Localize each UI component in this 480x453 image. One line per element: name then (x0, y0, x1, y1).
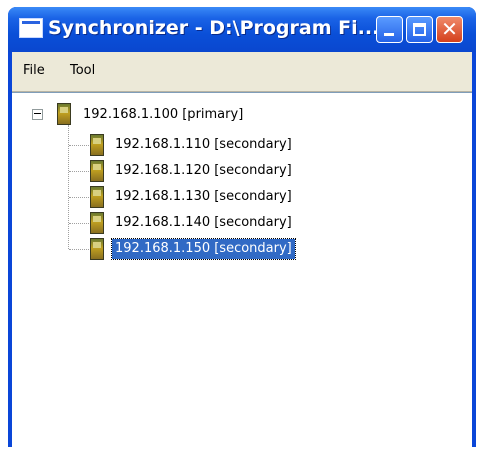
tree-connector-line (68, 125, 69, 249)
maximize-button[interactable] (406, 16, 433, 43)
tree-node-child[interactable]: 192.168.1.130 [secondary] (112, 187, 295, 207)
server-tree[interactable]: 192.168.1.100 [primary] 192.168.1.110 [s… (12, 93, 472, 447)
menu-tool[interactable]: Tool (70, 63, 95, 78)
server-icon (90, 186, 104, 208)
server-icon (57, 103, 71, 125)
minus-icon (34, 113, 41, 114)
tree-node-root[interactable]: 192.168.1.100 [primary] (80, 105, 246, 125)
synchronizer-window: Synchronizer - D:\Program Fi... ✕ File T… (8, 7, 476, 447)
tree-node-child[interactable]: 192.168.1.120 [secondary] (112, 161, 295, 181)
maximize-icon (413, 23, 426, 36)
tree-connector-branch (69, 145, 89, 146)
close-button[interactable]: ✕ (436, 16, 463, 43)
server-icon (90, 160, 104, 182)
menu-bar: File Tool (12, 52, 472, 92)
app-window-icon (19, 18, 43, 38)
server-icon (90, 134, 104, 156)
window-title: Synchronizer - D:\Program Fi... (48, 17, 380, 39)
minimize-icon (384, 33, 394, 36)
tree-connector-branch (69, 171, 89, 172)
close-icon: ✕ (441, 17, 458, 41)
tree-connector-branch (69, 249, 89, 250)
server-icon (90, 238, 104, 260)
title-bar[interactable]: Synchronizer - D:\Program Fi... ✕ (8, 7, 476, 52)
tree-view-panel: 192.168.1.100 [primary] 192.168.1.110 [s… (12, 92, 472, 447)
tree-connector-branch (69, 223, 89, 224)
tree-node-child[interactable]: 192.168.1.110 [secondary] (112, 135, 295, 155)
server-icon (90, 212, 104, 234)
tree-node-child[interactable]: 192.168.1.140 [secondary] (112, 213, 295, 233)
tree-connector-branch (69, 197, 89, 198)
collapse-toggle[interactable] (32, 109, 43, 120)
tree-node-child-selected[interactable]: 192.168.1.150 [secondary] (111, 238, 296, 260)
menu-file[interactable]: File (23, 63, 45, 78)
minimize-button[interactable] (376, 16, 403, 43)
